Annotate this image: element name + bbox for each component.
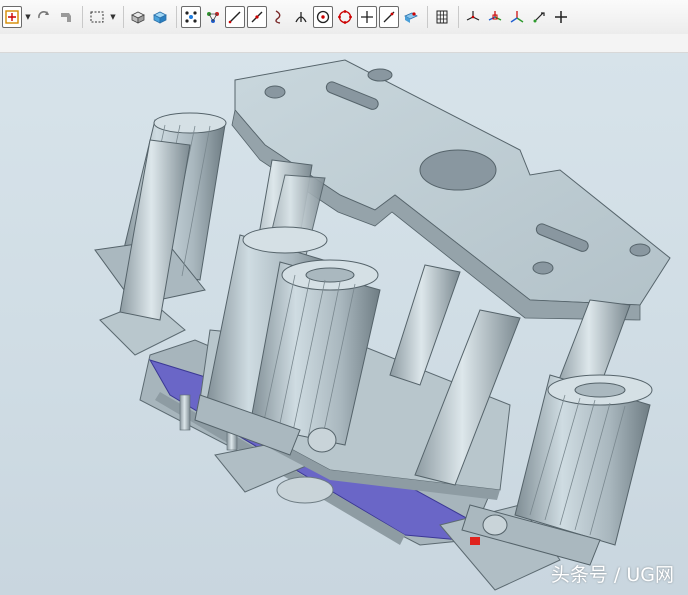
- snap-network-icon[interactable]: [203, 6, 223, 28]
- dropdown-arrow-icon[interactable]: ▼: [109, 6, 117, 28]
- select-box-icon[interactable]: [87, 6, 107, 28]
- arc-tangent-icon[interactable]: [269, 6, 289, 28]
- curve-icon[interactable]: [379, 6, 399, 28]
- cross-icon[interactable]: [551, 6, 571, 28]
- toolbar-separator: [176, 6, 177, 28]
- solid-box-icon[interactable]: [150, 6, 170, 28]
- toolbar-separator: [123, 6, 124, 28]
- wcs-icon[interactable]: [463, 6, 483, 28]
- intersection-icon[interactable]: [357, 6, 377, 28]
- snap-point-icon[interactable]: [2, 6, 22, 28]
- rotate-icon[interactable]: [34, 6, 54, 28]
- main-toolbar: ▼ ▼: [0, 0, 688, 34]
- circle-center-icon[interactable]: [313, 6, 333, 28]
- toolbar-separator: [427, 6, 428, 28]
- cylinder-assembly-model: [94, 59, 671, 591]
- grid-icon[interactable]: [432, 6, 452, 28]
- watermark-text: 头条号 / UG网: [550, 564, 674, 586]
- pan-icon[interactable]: [56, 6, 76, 28]
- toolbar-lower-strip: [0, 34, 688, 53]
- dropdown-arrow-icon[interactable]: ▼: [24, 6, 32, 28]
- quadrant-icon[interactable]: [335, 6, 355, 28]
- wcs-origin-icon[interactable]: [485, 6, 505, 28]
- perpendicular-icon[interactable]: [291, 6, 311, 28]
- wcs-rotate-icon[interactable]: [507, 6, 527, 28]
- face-point-icon[interactable]: [401, 6, 421, 28]
- highlight-marker: [470, 537, 480, 545]
- graphics-viewport[interactable]: 头条号 / UG网: [0, 53, 688, 595]
- snap-midpoint-icon[interactable]: [181, 6, 201, 28]
- toolbar-separator: [82, 6, 83, 28]
- toolbar-separator: [458, 6, 459, 28]
- line-end-icon[interactable]: [247, 6, 267, 28]
- shaded-box-icon[interactable]: [128, 6, 148, 28]
- wcs-dynamic-icon[interactable]: [529, 6, 549, 28]
- line-icon[interactable]: [225, 6, 245, 28]
- center-bore: [419, 149, 497, 191]
